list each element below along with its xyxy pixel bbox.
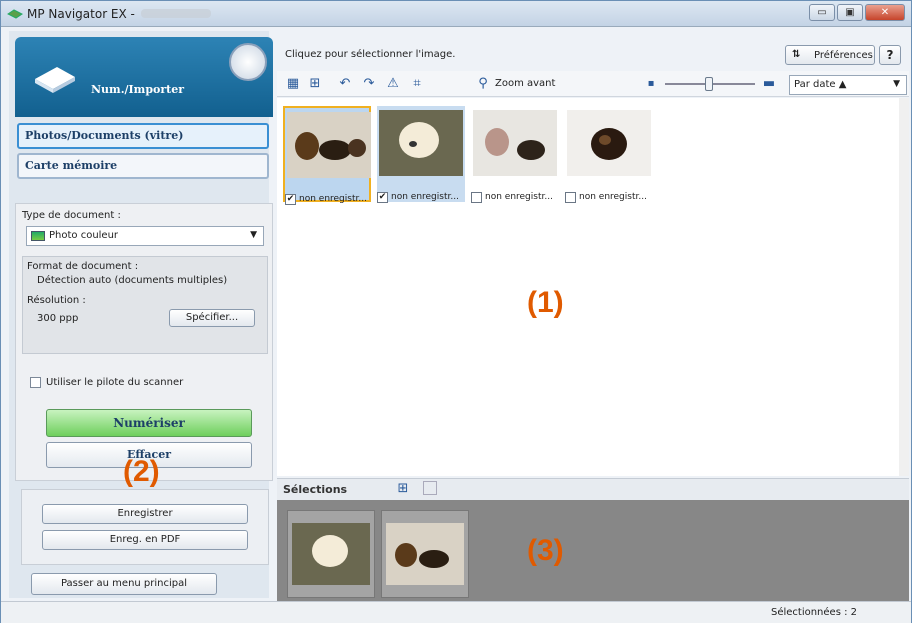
right-panel: Cliquez pour sélectionner l'image. ⇅ Pré… xyxy=(277,31,909,621)
mode-header: Num./Importer xyxy=(15,37,273,117)
puppy-photo xyxy=(567,110,651,176)
driver-checkbox[interactable] xyxy=(30,377,41,388)
crop-icon[interactable]: ⌗ xyxy=(409,76,425,92)
thumb-checkbox[interactable] xyxy=(471,192,482,203)
mode-label: Num./Importer xyxy=(91,83,185,96)
rotate-right-icon[interactable]: ↷ xyxy=(361,76,377,92)
zoom-label[interactable]: Zoom avant xyxy=(495,78,555,89)
save-group: Enregistrer Enreg. en PDF xyxy=(21,489,269,565)
annotation-one: (1) xyxy=(527,286,564,319)
chevron-down-icon: ▼ xyxy=(250,230,257,240)
window-controls: ▭ ▣ ✕ xyxy=(809,4,905,21)
specify-button[interactable]: Spécifier... xyxy=(169,309,255,327)
nav-memory-card[interactable]: Carte mémoire xyxy=(17,153,269,179)
deselect-icon[interactable]: ⊞ xyxy=(307,76,323,92)
main-menu-button[interactable]: Passer au menu principal xyxy=(31,573,217,595)
preferences-button[interactable]: ⇅ Préférences xyxy=(785,45,875,65)
doc-type-value: Photo couleur xyxy=(49,230,119,241)
sort-arrows-icon: ⇅ xyxy=(792,49,801,60)
thumbnail-item[interactable]: non enregistr... xyxy=(565,106,653,203)
selections-label: Sélections xyxy=(283,483,348,496)
selected-item[interactable] xyxy=(381,510,469,598)
close-button[interactable]: ✕ xyxy=(865,4,905,21)
annotation-three: (3) xyxy=(527,534,564,567)
scanner-icon xyxy=(35,67,75,93)
driver-label: Utiliser le pilote du scanner xyxy=(46,377,184,388)
scan-button[interactable]: Numériser xyxy=(46,409,252,437)
doc-type-label: Type de document : xyxy=(22,210,121,221)
minimize-button[interactable]: ▭ xyxy=(809,4,835,21)
thumb-checkbox[interactable]: ✔ xyxy=(377,192,388,203)
dog-photo xyxy=(379,110,463,176)
window-title: MP Navigator EX - xyxy=(27,6,135,21)
format-value: Détection auto (documents multiples) xyxy=(37,275,228,286)
scan-settings-group: Type de document : Photo couleur ▼ Forma… xyxy=(15,203,273,481)
hint-text: Cliquez pour sélectionner l'image. xyxy=(285,49,456,60)
large-image-icon: ▬ xyxy=(762,76,776,91)
vertical-scrollbar[interactable] xyxy=(899,98,909,476)
teddy-photo xyxy=(473,110,557,176)
thumbnail-area: ✔ non enregistr... ✔ non enregistr... no… xyxy=(277,98,899,476)
small-image-icon: ▪ xyxy=(647,78,655,89)
preferences-label: Préférences xyxy=(814,50,873,61)
status-text: Sélectionnées : 2 xyxy=(770,607,857,618)
thumb-caption: non enregistr... xyxy=(579,192,647,202)
flip-icon[interactable]: ⚠ xyxy=(385,76,401,92)
selected-item[interactable] xyxy=(287,510,375,598)
thumbnail-item[interactable]: ✔ non enregistr... xyxy=(283,106,371,205)
dogs-photo xyxy=(386,523,464,585)
top-row: Cliquez pour sélectionner l'image. ⇅ Pré… xyxy=(277,31,909,69)
format-box: Format de document : Détection auto (doc… xyxy=(22,256,268,354)
grid-view-icon[interactable]: ⊞ xyxy=(395,481,411,497)
nav-photos-documents[interactable]: Photos/Documents (vitre) xyxy=(17,123,269,149)
dogs-photo xyxy=(287,112,371,178)
thumbnail-item[interactable]: non enregistr... xyxy=(471,106,559,203)
help-button[interactable]: ? xyxy=(879,45,901,65)
title-redacted xyxy=(140,9,211,18)
dog-photo xyxy=(292,523,370,585)
toolbar: ▦ ⊞ ↶ ↷ ⚠ ⌗ ⚲ Zoom avant ▪ ▬ Par date ▲ … xyxy=(277,71,909,97)
select-all-icon[interactable]: ▦ xyxy=(285,76,301,92)
sort-select[interactable]: Par date ▲ ▼ xyxy=(789,75,907,95)
sort-value: Par date ▲ xyxy=(794,79,847,90)
app-icon xyxy=(7,8,23,19)
slider-knob[interactable] xyxy=(705,77,713,91)
rotate-left-icon[interactable]: ↶ xyxy=(337,76,353,92)
thumb-checkbox[interactable]: ✔ xyxy=(285,194,296,205)
photo-icon xyxy=(31,231,45,241)
menu-globe-icon[interactable] xyxy=(229,43,267,81)
selections-area: (3) xyxy=(277,500,909,608)
annotation-two: (2) xyxy=(123,455,160,488)
selections-bar: Sélections ⊞ xyxy=(277,478,909,500)
chevron-down-icon: ▼ xyxy=(893,79,900,89)
doc-type-select[interactable]: Photo couleur ▼ xyxy=(26,226,264,246)
single-view-icon[interactable] xyxy=(423,481,437,495)
maximize-button[interactable]: ▣ xyxy=(837,4,863,21)
thumb-caption: non enregistr... xyxy=(485,192,553,202)
thumb-caption: non enregistr... xyxy=(391,192,459,202)
resolution-value: 300 ppp xyxy=(37,313,79,324)
save-button[interactable]: Enregistrer xyxy=(42,504,248,524)
app-window: MP Navigator EX - ▭ ▣ ✕ Num./Importer Ph… xyxy=(0,0,912,623)
title-bar: MP Navigator EX - ▭ ▣ ✕ xyxy=(1,1,911,27)
thumbnail-item[interactable]: ✔ non enregistr... xyxy=(377,106,465,203)
zoom-icon[interactable]: ⚲ xyxy=(475,76,491,92)
format-label: Format de document : xyxy=(27,261,139,272)
thumb-caption: non enregistr... xyxy=(299,194,367,204)
save-pdf-button[interactable]: Enreg. en PDF xyxy=(42,530,248,550)
thumb-checkbox[interactable] xyxy=(565,192,576,203)
status-bar: Sélectionnées : 2 xyxy=(1,601,911,623)
resolution-label: Résolution : xyxy=(27,295,86,306)
